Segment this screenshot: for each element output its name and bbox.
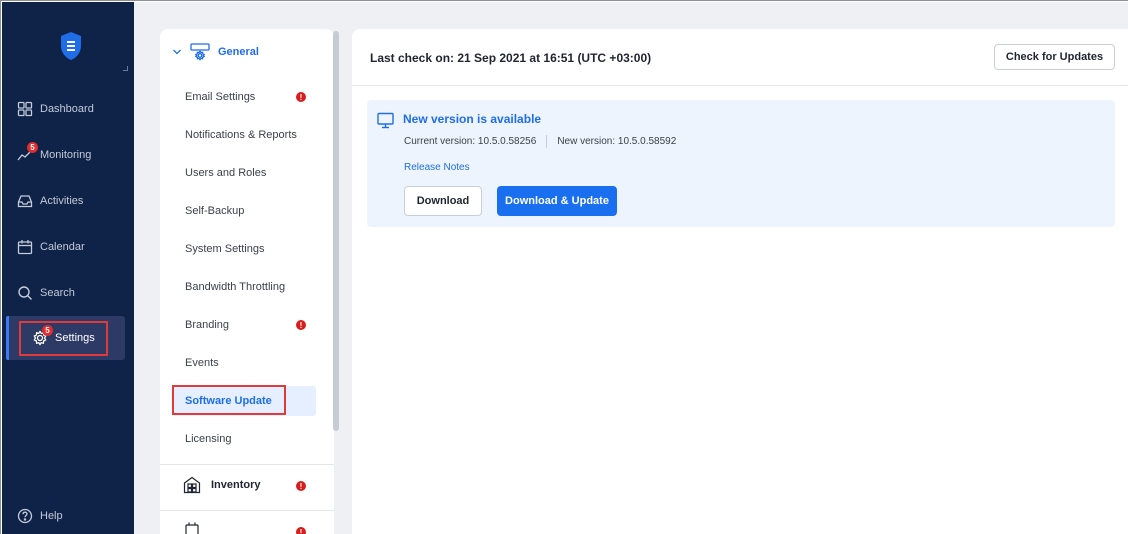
main-navigation [2, 2, 134, 534]
menu-section-inventory[interactable]: Inventory [183, 476, 261, 494]
menu-item-label: Licensing [185, 433, 232, 445]
check-for-updates-button[interactable]: Check for Updates [994, 44, 1115, 70]
update-available-card: New version is available Current version… [367, 100, 1115, 227]
nav-item-activities[interactable]: Activities [17, 190, 127, 212]
last-check-text: Last check on: 21 Sep 2021 at 16:51 (UTC… [370, 51, 652, 65]
nav-item-monitoring[interactable]: 5 Monitoring [17, 142, 127, 166]
menu-divider [160, 510, 334, 511]
nav-item-help[interactable]: Help [17, 505, 127, 527]
menu-item-bandwidth-throttling[interactable]: Bandwidth Throttling [160, 272, 334, 302]
nav-item-label: Help [40, 510, 63, 522]
inventory-alert-icon: ! [296, 481, 306, 491]
inventory-icon [183, 476, 201, 494]
menu-item-label: Users and Roles [185, 167, 267, 179]
menu-item-label: Email Settings [185, 91, 256, 103]
nav-item-label: Search [40, 287, 75, 299]
transporters-alert-icon: ! [296, 527, 306, 534]
menu-item-events[interactable]: Events [160, 348, 334, 378]
menu-item-system-settings[interactable]: System Settings [160, 234, 334, 264]
help-icon [17, 508, 33, 524]
version-info: Current version: 10.5.0.58256 New versio… [404, 135, 676, 148]
email-settings-alert-icon: ! [296, 92, 306, 102]
nav-item-calendar[interactable]: Calendar [17, 236, 127, 258]
menu-item-label: Bandwidth Throttling [185, 281, 286, 293]
menu-section-transporters[interactable] [183, 522, 201, 534]
settings-active-indicator [6, 316, 9, 360]
chevron-down-icon [173, 49, 181, 55]
software-update-highlight-outline [172, 385, 286, 415]
monitoring-badge: 5 [27, 142, 38, 153]
version-separator [546, 135, 548, 148]
menu-item-label: Self-Backup [185, 205, 245, 217]
general-settings-icon [190, 43, 210, 61]
menu-section-label: General [218, 46, 259, 58]
app-logo-icon [61, 32, 81, 60]
menu-section-label: Inventory [211, 479, 261, 491]
nav-item-label: Activities [40, 195, 84, 207]
menu-scrollbar[interactable] [333, 31, 339, 431]
software-update-panel: Last check on: 21 Sep 2021 at 16:51 (UTC… [352, 29, 1128, 534]
download-update-button[interactable]: Download & Update [497, 186, 617, 216]
menu-item-self-backup[interactable]: Self-Backup [160, 196, 334, 226]
menu-item-users-roles[interactable]: Users and Roles [160, 158, 334, 188]
current-version: Current version: 10.5.0.58256 [404, 136, 537, 147]
monitor-icon [377, 112, 394, 129]
search-icon [18, 286, 32, 300]
nav-item-label: Monitoring [40, 149, 92, 161]
transporters-icon [185, 522, 199, 534]
collapse-caret-icon[interactable] [123, 66, 128, 71]
menu-item-branding[interactable]: Branding [160, 310, 334, 340]
dashboard-icon [17, 101, 33, 117]
menu-item-licensing[interactable]: Licensing [160, 424, 334, 454]
update-title: New version is available [403, 112, 542, 126]
menu-divider [160, 464, 334, 465]
menu-item-label: Events [185, 357, 219, 369]
menu-item-label: System Settings [185, 243, 265, 255]
nav-item-label: Dashboard [40, 103, 94, 115]
nav-item-dashboard[interactable]: Dashboard [17, 98, 127, 120]
download-button[interactable]: Download [404, 186, 482, 216]
nav-item-search[interactable]: Search [17, 282, 127, 304]
menu-item-email-settings[interactable]: Email Settings [160, 82, 334, 112]
calendar-icon [17, 240, 33, 255]
header-divider [352, 85, 1128, 86]
nav-item-label: Calendar [40, 241, 85, 253]
new-version: New version: 10.5.0.58592 [557, 136, 677, 147]
menu-item-label: Notifications & Reports [185, 129, 297, 141]
menu-section-general[interactable]: General [172, 43, 259, 61]
activities-icon [17, 195, 33, 208]
settings-highlight-outline [19, 321, 108, 356]
menu-item-notifications-reports[interactable]: Notifications & Reports [160, 120, 334, 150]
branding-alert-icon: ! [296, 320, 306, 330]
release-notes-link[interactable]: Release Notes [404, 162, 470, 173]
settings-menu: General Email Settings ! Notifications &… [160, 29, 334, 534]
app-window: Dashboard 5 Monitoring Activities Calend… [0, 0, 1128, 534]
menu-item-label: Branding [185, 319, 230, 331]
